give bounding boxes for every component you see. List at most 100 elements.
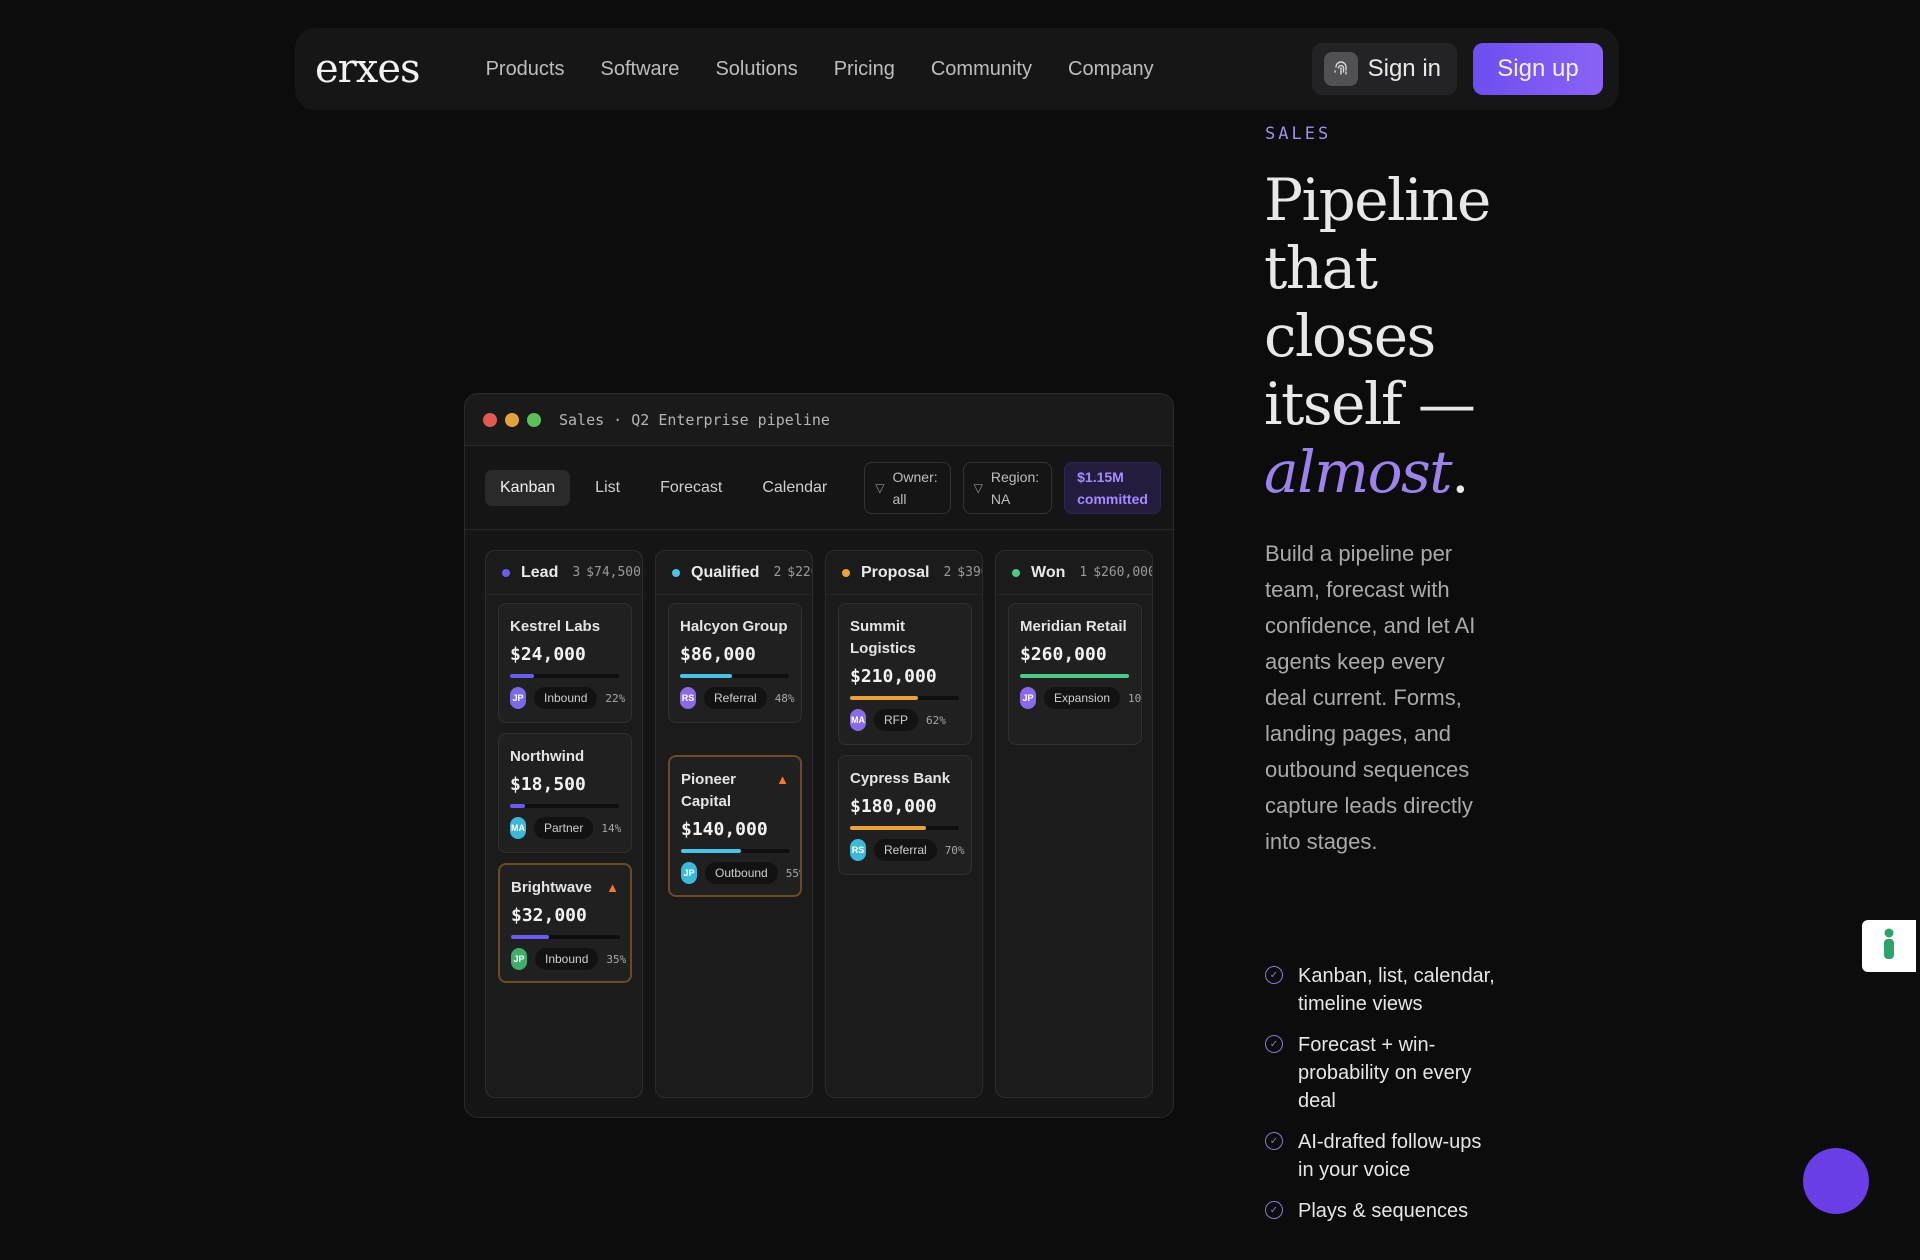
column-count: 2 xyxy=(773,565,782,580)
fire-icon: ▲ xyxy=(776,772,789,787)
column-sum: $74,500 xyxy=(586,565,641,580)
deal-name-row: Halcyon Group xyxy=(680,616,790,638)
deal-name-row: Summit Logistics xyxy=(850,616,960,660)
nav-link-software[interactable]: Software xyxy=(583,58,698,81)
check-circle-icon: ✓ xyxy=(1265,1132,1283,1150)
accessibility-widget-button[interactable] xyxy=(1862,920,1916,972)
erxes-logo[interactable]: erxes xyxy=(315,46,421,92)
column-header: Won 1 $260,000 xyxy=(996,551,1152,595)
tab-kanban[interactable]: Kanban xyxy=(485,469,571,506)
deal-amount: $180,000 xyxy=(850,796,937,817)
deal-footer: MA RFP 62% xyxy=(850,708,960,732)
deal-card[interactable]: Meridian Retail $260,000 JP Expansion 100% xyxy=(1008,603,1142,745)
hero-description: Build a pipeline per team, forecast with… xyxy=(1265,541,1476,854)
filter-icon: ▽ xyxy=(973,480,983,495)
chat-launcher-button[interactable] xyxy=(1803,1148,1869,1214)
committed-badge: $1.15M committed xyxy=(1064,461,1161,514)
nav-link-community[interactable]: Community xyxy=(913,58,1050,81)
tab-list[interactable]: List xyxy=(580,470,635,506)
deal-name: Halcyon Group xyxy=(680,618,788,635)
deal-card[interactable]: Brightwave ▲ $32,000 JP Inbound 35% xyxy=(498,863,632,983)
column-name: Proposal xyxy=(861,563,930,581)
deal-card[interactable]: Northwind $18,500 MA Partner 14% xyxy=(498,733,632,853)
feature-text: Forecast + win-probability on every deal xyxy=(1298,1034,1472,1112)
deal-amount: $86,000 xyxy=(680,644,756,665)
win-probability-bar xyxy=(850,696,959,700)
column-header: Proposal 2 $390,000 xyxy=(826,551,982,595)
win-probability-fill xyxy=(510,674,534,678)
win-probability-bar xyxy=(511,935,620,939)
feature-text: Plays & sequences xyxy=(1298,1200,1469,1222)
owner-filter-text: Owner: all xyxy=(893,466,938,510)
nav-link-company[interactable]: Company xyxy=(1050,58,1172,81)
deal-name-row: Cypress Bank xyxy=(850,768,960,790)
deal-card[interactable]: Summit Logistics $210,000 MA RFP 62% xyxy=(838,603,972,745)
feature-item: ✓ AI-drafted follow-ups in your voice xyxy=(1265,1128,1495,1184)
owner-avatar: MA xyxy=(850,709,866,731)
sign-in-button[interactable]: Sign in xyxy=(1311,43,1457,95)
owner-filter[interactable]: ▽ Owner: all xyxy=(864,461,951,514)
nav-link-solutions[interactable]: Solutions xyxy=(697,58,815,81)
feature-item: ✓ Forecast + win-probability on every de… xyxy=(1265,1031,1495,1115)
kanban-board: Lead 3 $74,500 Kestrel Labs $24,000 JP Inbound… xyxy=(465,530,1173,1117)
win-probability-fill xyxy=(511,935,550,939)
deal-probability: 70% xyxy=(944,843,965,857)
deal-probability: 14% xyxy=(601,821,622,835)
column-header: Qualified 2 $226,000 xyxy=(656,551,812,595)
kanban-column-lead: Lead 3 $74,500 Kestrel Labs $24,000 JP Inbound… xyxy=(485,550,643,1098)
sign-in-label: Sign in xyxy=(1367,55,1441,82)
deal-name-row: Northwind xyxy=(510,746,620,768)
deal-source-tag: RFP xyxy=(874,709,918,731)
kanban-column-qualified: Qualified 2 $226,000 Halcyon Group $86,000 RS… xyxy=(655,550,813,1098)
deal-source-tag: Referral xyxy=(874,839,937,861)
column-sum: $390,000 xyxy=(957,565,982,580)
owner-avatar: RS xyxy=(850,839,866,861)
deal-probability: 35% xyxy=(606,952,627,966)
accessibility-icon xyxy=(1878,927,1900,966)
deal-card[interactable]: Kestrel Labs $24,000 JP Inbound 22% xyxy=(498,603,632,723)
deal-amount: $140,000 xyxy=(681,819,768,840)
deal-card[interactable]: Cypress Bank $180,000 RS Referral 70% xyxy=(838,755,972,875)
column-status-dot xyxy=(502,568,510,577)
deal-footer: JP Inbound 35% xyxy=(511,947,626,971)
owner-filter-label: Owner: xyxy=(892,468,938,485)
sign-up-button[interactable]: Sign up xyxy=(1473,43,1603,95)
owner-filter-value: all xyxy=(892,490,907,507)
deal-probability: 55% xyxy=(785,866,800,880)
deal-card[interactable]: Halcyon Group $86,000 RS Referral 48% xyxy=(668,603,802,723)
deal-probability: 22% xyxy=(605,691,626,705)
deal-source-tag: Inbound xyxy=(535,948,599,970)
region-filter-label: Region: xyxy=(990,468,1040,485)
deal-source-tag: Inbound xyxy=(534,687,598,709)
deal-footer: RS Referral 70% xyxy=(850,838,965,862)
deal-card[interactable]: Pioneer Capital ▲ $140,000 JP Outbound 55% xyxy=(668,755,802,897)
nav-links: Products Software Solutions Pricing Comm… xyxy=(468,58,1172,81)
deal-name: Pioneer Capital xyxy=(681,771,737,810)
feature-item: ✓ Plays & sequences xyxy=(1265,1197,1495,1225)
owner-avatar: JP xyxy=(1020,687,1036,709)
owner-avatar: RS xyxy=(680,687,696,709)
deal-name: Kestrel Labs xyxy=(510,618,601,635)
headline-end: . xyxy=(1451,438,1469,506)
feature-text: Kanban, list, calendar, timeline views xyxy=(1298,965,1495,1015)
column-status-dot xyxy=(672,568,680,577)
tab-forecast[interactable]: Forecast xyxy=(645,470,737,506)
deal-footer: JP Outbound 55% xyxy=(681,861,800,885)
pipeline-app-window: Sales · Q2 Enterprise pipeline Kanban Li… xyxy=(464,393,1174,1118)
region-filter-text: Region: NA xyxy=(991,466,1039,510)
check-circle-icon: ✓ xyxy=(1265,1201,1283,1219)
win-probability-bar xyxy=(680,674,789,678)
win-probability-bar xyxy=(1020,674,1129,678)
column-count: 2 xyxy=(943,565,952,580)
deal-name: Brightwave xyxy=(511,879,592,896)
column-sum: $260,000 xyxy=(1093,565,1153,580)
window-titlebar: Sales · Q2 Enterprise pipeline xyxy=(465,394,1173,446)
win-probability-fill xyxy=(850,826,927,830)
column-status-dot xyxy=(842,568,850,577)
nav-link-products[interactable]: Products xyxy=(468,58,583,81)
nav-link-pricing[interactable]: Pricing xyxy=(816,58,913,81)
tab-calendar[interactable]: Calendar xyxy=(747,470,842,506)
deal-name: Meridian Retail xyxy=(1020,618,1127,635)
region-filter[interactable]: ▽ Region: NA xyxy=(962,461,1053,514)
headline-main: Pipeline that closes itself — xyxy=(1264,166,1491,438)
